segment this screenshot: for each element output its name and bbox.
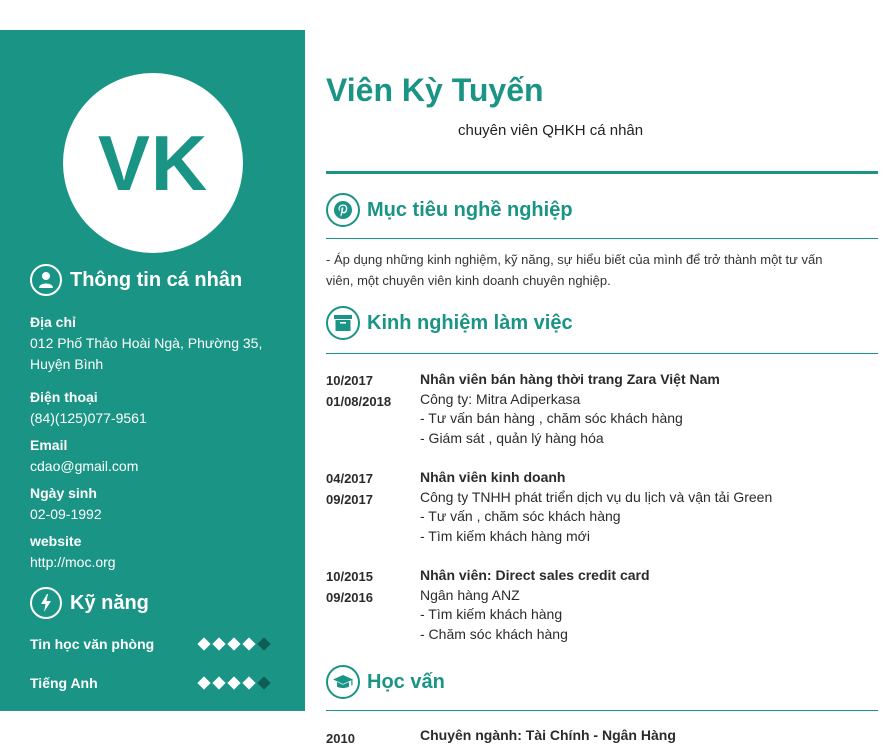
job-start-date: 10/2017	[326, 373, 373, 388]
rating-diamond-filled	[242, 676, 256, 690]
experience-section: Kinh nghiệm làm việc	[326, 305, 878, 341]
rating-diamond-filled	[197, 637, 211, 651]
rating-diamond-filled	[242, 637, 256, 651]
address-field: Địa chỉ 012 Phố Thảo Hoài Ngà, Phường 35…	[30, 312, 290, 375]
education-heading: Học vấn	[326, 664, 878, 700]
address-label: Địa chỉ	[30, 314, 76, 330]
header-divider	[326, 171, 878, 174]
job-detail: Nhân viên: Direct sales credit card Ngân…	[420, 566, 878, 644]
job-detail: Nhân viên kinh doanh Công ty TNHH phát t…	[420, 468, 878, 546]
job-task: - Tìm kiếm khách hàng mới	[420, 527, 590, 544]
candidate-name: Viên Kỳ Tuyến	[326, 72, 544, 108]
skill-row: Tin học văn phòng	[30, 636, 271, 652]
rating-diamond-filled	[227, 676, 241, 690]
experience-title: Kinh nghiệm làm việc	[367, 311, 573, 334]
objective-section: Mục tiêu nghề nghiệp	[326, 192, 878, 228]
education-title: Học vấn	[367, 670, 445, 693]
rating-diamond-filled	[197, 676, 211, 690]
job-company: Công ty: Mitra Adiperkasa	[420, 390, 581, 407]
rating-diamond-filled	[212, 676, 226, 690]
objective-line-1: - Áp dụng những kinh nghiệm, kỹ năng, sự…	[326, 252, 823, 267]
skill-row: Tiếng Anh	[30, 675, 271, 691]
candidate-role: chuyên viên QHKH cá nhân	[458, 122, 644, 139]
dob-label: Ngày sinh	[30, 485, 97, 501]
education-detail: Chuyên ngành: Tài Chính - Ngân Hàng	[420, 726, 878, 746]
job-start-date: 10/2015	[326, 569, 373, 584]
graduation-cap-icon	[326, 665, 360, 699]
job-task: - Giám sát , quản lý hàng hóa	[420, 429, 604, 446]
job-end-date: 01/08/2018	[326, 394, 392, 409]
dob-field: Ngày sinh 02-09-1992	[30, 483, 290, 525]
objective-title: Mục tiêu nghề nghiệp	[367, 198, 573, 221]
job-task: - Tư vấn bán hàng , chăm sóc khách hàng	[420, 410, 683, 427]
education-year-value: 2010	[326, 731, 355, 746]
education-year: 2010	[326, 726, 406, 749]
website-value[interactable]: http://moc.org	[30, 552, 290, 573]
objective-line-2: viên, một chuyên viên kinh doanh chuyên …	[326, 273, 611, 288]
education-divider	[326, 710, 878, 711]
user-icon	[30, 264, 62, 296]
phone-value: (84)(125)077-9561	[30, 410, 147, 426]
personal-info-title: Thông tin cá nhân	[70, 268, 243, 291]
experience-heading: Kinh nghiệm làm việc	[326, 305, 878, 341]
objective-divider	[326, 238, 878, 239]
rating-diamond-filled	[227, 637, 241, 651]
job-task: - Tìm kiếm khách hàng	[420, 606, 563, 623]
dob-value: 02-09-1992	[30, 506, 102, 522]
address-line-1: 012 Phố Thảo Hoài Ngà, Phường 35,	[30, 335, 263, 351]
personal-info-heading: Thông tin cá nhân	[30, 264, 242, 296]
job-title: Nhân viên bán hàng thời trang Zara Việt …	[420, 371, 720, 387]
sidebar: VK Thông tin cá nhân Địa chỉ 012 Phố Thả…	[0, 30, 305, 711]
skills-title: Kỹ năng	[70, 591, 149, 614]
job-dates: 10/2015 09/2016	[326, 566, 406, 608]
job-title: Nhân viên: Direct sales credit card	[420, 567, 650, 583]
rating-diamond-empty	[257, 676, 271, 690]
job-task: - Tư vấn , chăm sóc khách hàng	[420, 508, 621, 525]
avatar: VK	[63, 73, 243, 253]
email-label: Email	[30, 437, 68, 453]
skill-rating	[197, 637, 271, 651]
education-section: Học vấn	[326, 664, 878, 700]
objective-heading: Mục tiêu nghề nghiệp	[326, 192, 878, 228]
job-dates: 10/2017 01/08/2018	[326, 370, 406, 412]
job-dates: 04/2017 09/2017	[326, 468, 406, 510]
phone-field: Điện thoại (84)(125)077-9561	[30, 387, 290, 429]
experience-divider	[326, 353, 878, 354]
bolt-icon	[30, 587, 62, 619]
job-task: - Chăm sóc khách hàng	[420, 625, 568, 642]
avatar-initials: VK	[97, 118, 209, 207]
website-field: website http://moc.org	[30, 531, 290, 573]
skill-name: Tiếng Anh	[30, 675, 98, 691]
skills-heading: Kỹ năng	[30, 587, 149, 619]
job-company: Công ty TNHH phát triển dịch vụ du lịch …	[420, 488, 773, 505]
email-value[interactable]: cdao@gmail.com	[30, 456, 290, 477]
education-title-value: Chuyên ngành: Tài Chính - Ngân Hàng	[420, 727, 676, 743]
job-company: Ngân hàng ANZ	[420, 586, 520, 603]
archive-icon	[326, 306, 360, 340]
job-end-date: 09/2016	[326, 590, 373, 605]
job-end-date: 09/2017	[326, 492, 373, 507]
website-label: website	[30, 533, 82, 549]
objective-text: - Áp dụng những kinh nghiệm, kỹ năng, sự…	[326, 249, 866, 291]
job-title: Nhân viên kinh doanh	[420, 469, 566, 485]
pinterest-icon	[326, 193, 360, 227]
rating-diamond-empty	[257, 637, 271, 651]
skill-name: Tin học văn phòng	[30, 636, 155, 652]
address-line-2: Huyện Bình	[30, 356, 104, 372]
skill-rating	[197, 676, 271, 690]
email-field: Email cdao@gmail.com	[30, 435, 290, 477]
rating-diamond-filled	[212, 637, 226, 651]
phone-label: Điện thoại	[30, 389, 98, 405]
job-detail: Nhân viên bán hàng thời trang Zara Việt …	[420, 370, 878, 448]
job-start-date: 04/2017	[326, 471, 373, 486]
